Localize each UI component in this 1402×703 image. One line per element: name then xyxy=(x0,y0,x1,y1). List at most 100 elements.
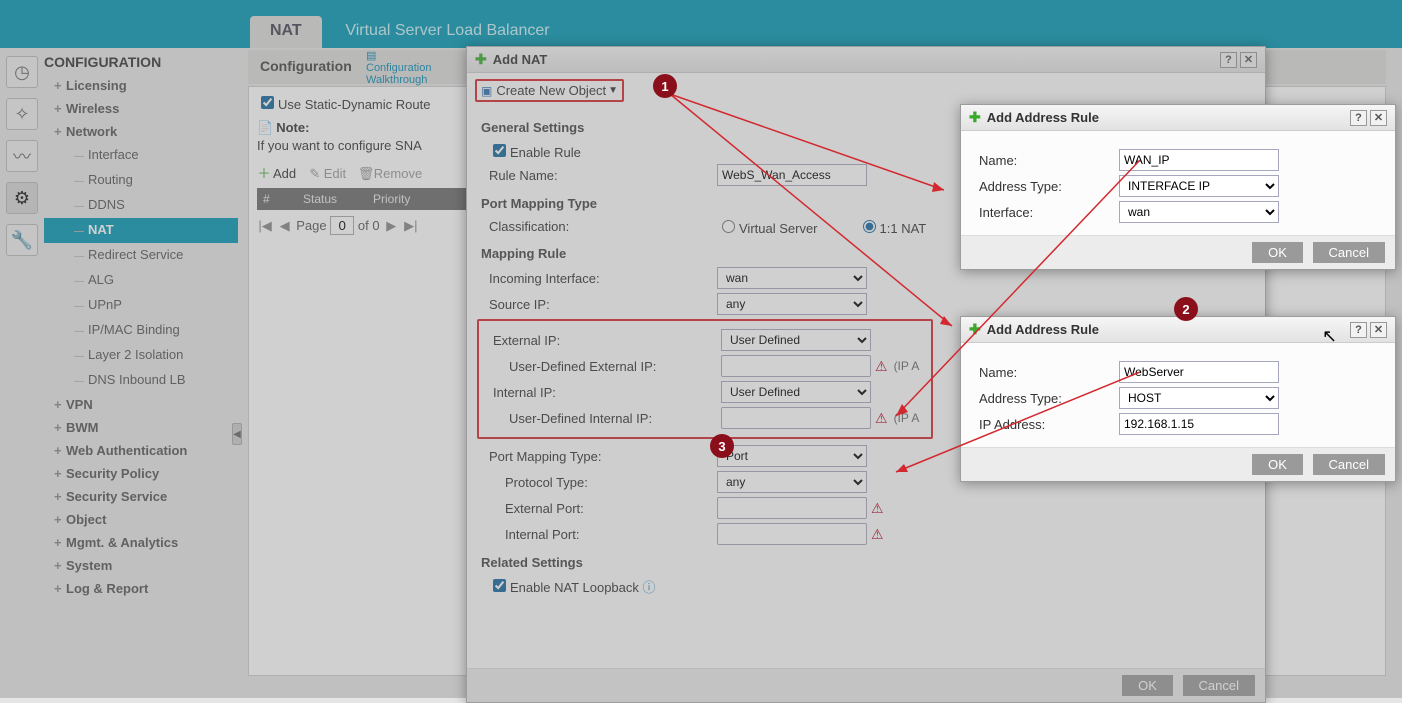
rule-name-input[interactable] xyxy=(717,164,867,186)
classification-label: Classification: xyxy=(477,219,717,234)
ok-button[interactable]: OK xyxy=(1252,242,1303,263)
callout-3: 3 xyxy=(710,434,734,458)
name-input[interactable] xyxy=(1119,149,1279,171)
protocol-type-label: Protocol Type: xyxy=(477,475,717,490)
ip-address-hint: (IP A xyxy=(894,411,920,425)
name-input[interactable] xyxy=(1119,361,1279,383)
note-title: Note: xyxy=(276,120,309,135)
address-type-label: Address Type: xyxy=(979,179,1119,194)
dialog-title: Add Address Rule xyxy=(987,110,1099,125)
cancel-button[interactable]: Cancel xyxy=(1313,242,1385,263)
remove-button[interactable]: 🗑Remove xyxy=(358,166,422,182)
sidebar-item-nat[interactable]: NAT xyxy=(44,218,238,243)
sidebar-item-system[interactable]: System xyxy=(44,554,238,577)
protocol-type-select[interactable]: any xyxy=(717,471,867,493)
sidebar-item-dns-inbound-lb[interactable]: DNS Inbound LB xyxy=(44,368,238,393)
help-icon[interactable]: ? xyxy=(1350,110,1367,126)
enable-rule-label: Enable Rule xyxy=(510,145,581,160)
incoming-interface-select[interactable]: wan xyxy=(717,267,867,289)
sidebar-item-ip-mac-binding[interactable]: IP/MAC Binding xyxy=(44,318,238,343)
port-mapping-type-label: Port Mapping Type: xyxy=(477,449,717,464)
close-icon[interactable]: ✕ xyxy=(1370,110,1387,126)
ok-button[interactable]: OK xyxy=(1252,454,1303,475)
external-ip-select[interactable]: User Defined xyxy=(721,329,871,351)
sidebar-heading: CONFIGURATION xyxy=(44,54,238,70)
plus-icon: ✚ xyxy=(969,109,981,126)
sidebar-item-security-policy[interactable]: Security Policy xyxy=(44,462,238,485)
sidebar-item-bwm[interactable]: BWM xyxy=(44,416,238,439)
virtual-server-radio[interactable]: Virtual Server xyxy=(717,217,818,236)
ip-address-input[interactable] xyxy=(1119,413,1279,435)
sidebar-item-security-service[interactable]: Security Service xyxy=(44,485,238,508)
interface-select[interactable]: wan xyxy=(1119,201,1279,223)
sidebar-item-licensing[interactable]: Licensing xyxy=(44,74,238,97)
internal-port-input[interactable] xyxy=(717,523,867,545)
user-defined-internal-ip-input[interactable] xyxy=(721,407,871,429)
sidebar: CONFIGURATION LicensingWirelessNetworkIn… xyxy=(44,54,238,600)
address-type-select[interactable]: HOST xyxy=(1119,387,1279,409)
help-icon[interactable]: ? xyxy=(1350,322,1367,338)
port-mapping-type-select[interactable]: Port xyxy=(717,445,867,467)
gear-icon[interactable]: ⚙ xyxy=(6,182,38,214)
cancel-button[interactable]: Cancel xyxy=(1313,454,1385,475)
pager-first[interactable]: |◀ xyxy=(257,218,273,234)
sidebar-item-ddns[interactable]: DDNS xyxy=(44,193,238,218)
help-icon[interactable]: ? xyxy=(1220,52,1237,68)
wizard-icon[interactable]: ✧ xyxy=(6,98,38,130)
ok-button[interactable]: OK xyxy=(1122,675,1173,696)
sidebar-item-log-report[interactable]: Log & Report xyxy=(44,577,238,600)
sidebar-item-upnp[interactable]: UPnP xyxy=(44,293,238,318)
source-ip-select[interactable]: any xyxy=(717,293,867,315)
enable-rule-checkbox[interactable] xyxy=(493,144,506,157)
enable-nat-loopback-checkbox[interactable] xyxy=(493,579,506,592)
pager-page-label: Page xyxy=(296,218,326,233)
sidebar-item-mgmt-analytics[interactable]: Mgmt. & Analytics xyxy=(44,531,238,554)
user-defined-external-ip-input[interactable] xyxy=(721,355,871,377)
sidebar-item-layer-2-isolation[interactable]: Layer 2 Isolation xyxy=(44,343,238,368)
sidebar-collapse-handle[interactable]: ◀ xyxy=(232,423,242,445)
one-to-one-nat-radio[interactable]: 1:1 NAT xyxy=(858,217,927,236)
pager-last[interactable]: ▶| xyxy=(403,218,419,234)
user-defined-external-ip-label: User-Defined External IP: xyxy=(481,359,721,374)
sidebar-item-routing[interactable]: Routing xyxy=(44,168,238,193)
sidebar-item-redirect-service[interactable]: Redirect Service xyxy=(44,243,238,268)
close-icon[interactable]: ✕ xyxy=(1370,322,1387,338)
tab-nat[interactable]: NAT xyxy=(250,16,322,48)
sidebar-item-alg[interactable]: ALG xyxy=(44,268,238,293)
pager-page-input[interactable] xyxy=(330,216,354,235)
use-static-checkbox[interactable] xyxy=(261,96,274,109)
col-num[interactable]: # xyxy=(257,188,297,210)
col-status[interactable]: Status xyxy=(297,188,367,210)
info-icon[interactable]: ⓘ xyxy=(643,580,656,595)
external-port-input[interactable] xyxy=(717,497,867,519)
pager-prev[interactable]: ◀ xyxy=(277,218,293,234)
user-defined-internal-ip-label: User-Defined Internal IP: xyxy=(481,411,721,426)
walkthrough-link[interactable]: ▤ Configuration Walkthrough xyxy=(366,50,431,86)
sidebar-item-wireless[interactable]: Wireless xyxy=(44,97,238,120)
tools-icon[interactable]: 🔧 xyxy=(6,224,38,256)
object-icon: ▣ xyxy=(481,84,492,98)
edit-button[interactable]: ✎Edit xyxy=(308,166,346,182)
sidebar-item-object[interactable]: Object xyxy=(44,508,238,531)
dashboard-icon[interactable]: ◷ xyxy=(6,56,38,88)
incoming-interface-label: Incoming Interface: xyxy=(477,271,717,286)
sidebar-item-interface[interactable]: Interface xyxy=(44,143,238,168)
cancel-button[interactable]: Cancel xyxy=(1183,675,1255,696)
sidebar-item-web-authentication[interactable]: Web Authentication xyxy=(44,439,238,462)
monitor-icon[interactable]: 〰 xyxy=(6,140,38,172)
internal-port-label: Internal Port: xyxy=(477,527,717,542)
close-icon[interactable]: ✕ xyxy=(1240,52,1257,68)
sidebar-item-network[interactable]: Network xyxy=(44,120,238,143)
sidebar-item-vpn[interactable]: VPN xyxy=(44,393,238,416)
plus-icon: ✚ xyxy=(475,51,487,68)
add-button[interactable]: ＋Add xyxy=(257,163,296,182)
internal-ip-select[interactable]: User Defined xyxy=(721,381,871,403)
error-icon: ⚠ xyxy=(871,500,884,517)
pager-next[interactable]: ▶ xyxy=(383,218,399,234)
use-static-dynamic-route[interactable]: Use Static-Dynamic Route xyxy=(257,97,430,112)
tab-vslb[interactable]: Virtual Server Load Balancer xyxy=(325,16,569,48)
address-type-select[interactable]: INTERFACE IP xyxy=(1119,175,1279,197)
name-label: Name: xyxy=(979,365,1119,380)
create-new-object-dropdown[interactable]: ▣ Create New Object▼ xyxy=(475,79,624,102)
add-nat-title: Add NAT xyxy=(493,52,548,67)
